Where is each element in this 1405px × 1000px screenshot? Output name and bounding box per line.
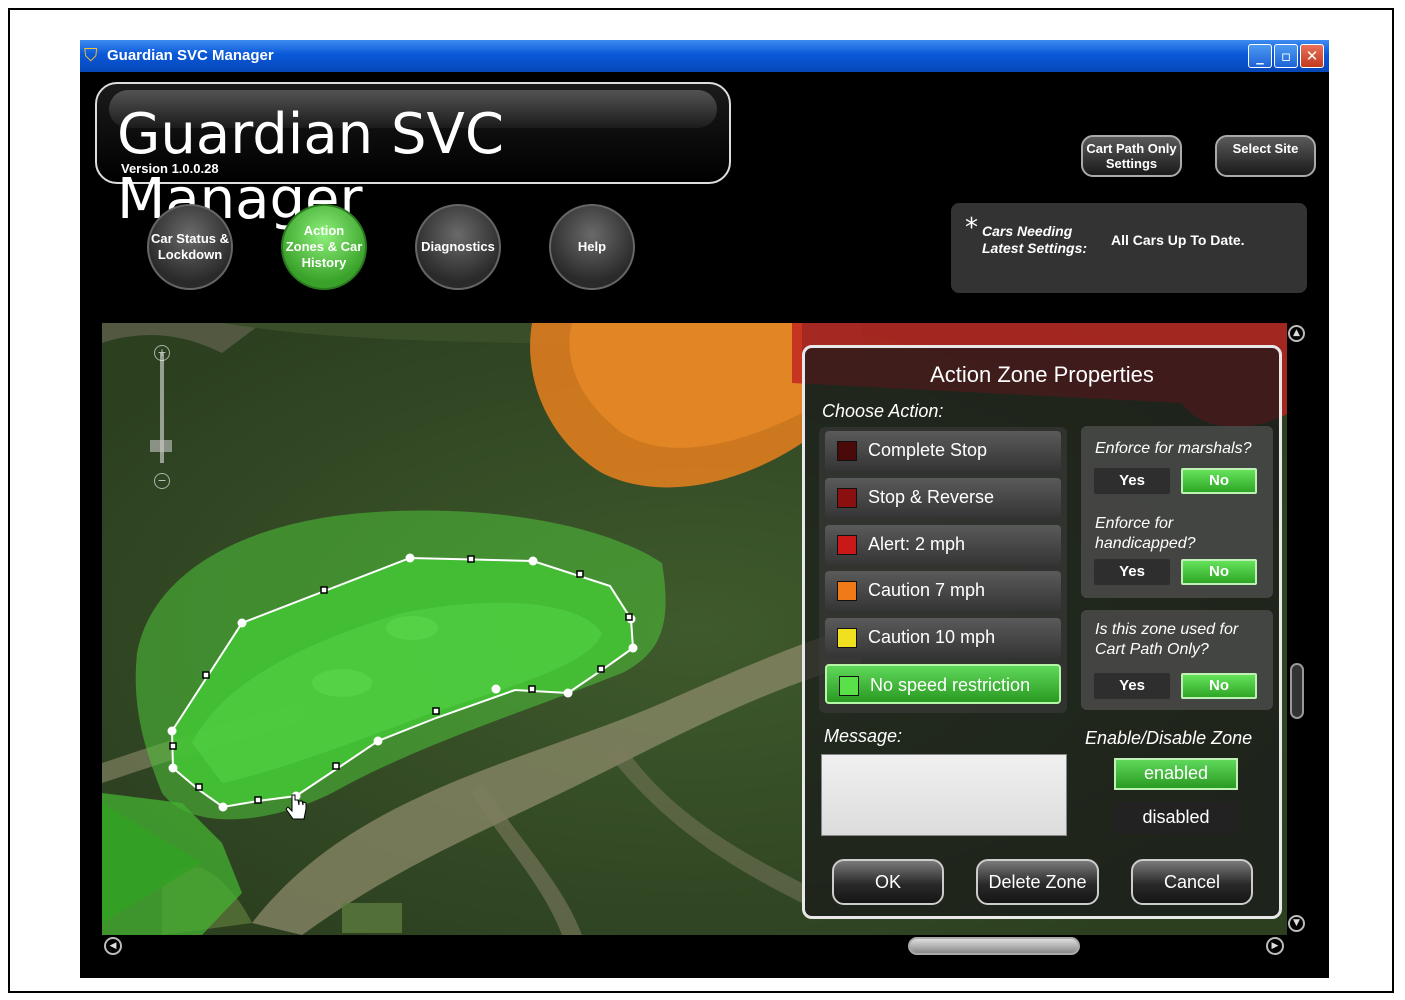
action-complete-stop[interactable]: Complete Stop xyxy=(825,431,1061,471)
cart-path-no-button[interactable]: No xyxy=(1181,673,1257,699)
action-no-speed-restriction[interactable]: No speed restriction xyxy=(825,664,1061,704)
nav-help[interactable]: Help xyxy=(549,204,635,290)
cart-path-settings-button[interactable]: Cart Path Only Settings xyxy=(1081,135,1182,177)
select-site-button[interactable]: Select Site xyxy=(1215,135,1316,177)
marshals-yes-button[interactable]: Yes xyxy=(1094,468,1170,494)
marshals-question: Enforce for marshals? xyxy=(1095,440,1252,457)
settings-status-panel: * Cars Needing Latest Settings: All Cars… xyxy=(951,203,1307,293)
version-label: Version 1.0.0.28 xyxy=(121,161,219,176)
scroll-left-icon[interactable]: ◀ xyxy=(104,937,122,955)
swatch-caution-10mph xyxy=(837,628,857,648)
horizontal-scroll-thumb[interactable] xyxy=(908,937,1080,955)
zone-disabled-button[interactable]: disabled xyxy=(1114,802,1238,834)
delete-zone-button[interactable]: Delete Zone xyxy=(976,859,1099,905)
scroll-up-icon[interactable]: ▲ xyxy=(1288,325,1305,342)
nav-diagnostics[interactable]: Diagnostics xyxy=(415,204,501,290)
swatch-stop-reverse xyxy=(837,488,857,508)
asterisk-icon: * xyxy=(965,213,978,243)
enable-disable-label: Enable/Disable Zone xyxy=(1085,728,1253,748)
action-label: No speed restriction xyxy=(870,675,1031,695)
action-label: Stop & Reverse xyxy=(868,487,995,507)
zoom-in-icon[interactable]: + xyxy=(154,345,170,361)
nav-car-status[interactable]: Car Status & Lockdown xyxy=(147,204,233,290)
action-label: Complete Stop xyxy=(868,440,988,460)
action-list: Complete Stop Stop & Reverse Alert: 2 mp… xyxy=(819,427,1067,713)
cart-path-question: Is this zone used for Cart Path Only? xyxy=(1095,621,1239,658)
cancel-button[interactable]: Cancel xyxy=(1131,859,1253,905)
action-caution-10mph[interactable]: Caution 10 mph xyxy=(825,618,1061,658)
zoom-out-icon[interactable]: − xyxy=(154,473,170,489)
marshals-no-button[interactable]: No xyxy=(1181,468,1257,494)
action-label: Caution 10 mph xyxy=(868,627,996,647)
swatch-no-speed-restriction xyxy=(839,676,859,696)
maximize-button[interactable]: ▫ xyxy=(1274,44,1298,68)
panel-title: Action Zone Properties xyxy=(930,362,1154,387)
title-bar: ⛉ Guardian SVC Manager _ ▫ ✕ xyxy=(80,40,1329,72)
scroll-right-icon[interactable]: ▶ xyxy=(1266,937,1284,955)
handicapped-yes-button[interactable]: Yes xyxy=(1094,559,1170,585)
minimize-button[interactable]: _ xyxy=(1248,44,1272,68)
handicapped-question: Enforce for handicapped? xyxy=(1095,515,1196,552)
enforcement-options: Enforce for marshals? Yes No Enforce for… xyxy=(1081,426,1273,598)
horizontal-scrollbar[interactable]: ◀ ▶ xyxy=(102,935,1289,957)
nav-action-zones[interactable]: Action Zones & Car History xyxy=(281,204,367,290)
action-label: Alert: 2 mph xyxy=(868,534,966,554)
choose-action-label: Choose Action: xyxy=(822,401,944,421)
shield-icon: ⛉ xyxy=(84,45,98,66)
cart-path-yes-button[interactable]: Yes xyxy=(1094,673,1170,699)
status-value: All Cars Up To Date. xyxy=(1111,232,1245,248)
close-button[interactable]: ✕ xyxy=(1300,44,1324,68)
app-logo: Guardian SVC Manager Version 1.0.0.28 xyxy=(95,82,731,232)
map-view[interactable]: + − Action Zone Properties Choose Action… xyxy=(102,323,1289,935)
swatch-caution-7mph xyxy=(837,581,857,601)
vertical-scrollbar[interactable]: ▲ ▼ xyxy=(1287,323,1307,935)
zone-enabled-button[interactable]: enabled xyxy=(1114,758,1238,790)
ok-button[interactable]: OK xyxy=(832,859,944,905)
message-input[interactable] xyxy=(821,754,1067,836)
action-zone-properties-panel: Action Zone Properties Choose Action: Co… xyxy=(802,345,1282,919)
zoom-slider-thumb[interactable] xyxy=(150,440,172,452)
swatch-complete-stop xyxy=(837,441,857,461)
scroll-down-icon[interactable]: ▼ xyxy=(1288,915,1305,932)
action-alert-2mph[interactable]: Alert: 2 mph xyxy=(825,525,1061,565)
action-label: Caution 7 mph xyxy=(868,580,986,600)
window-title: Guardian SVC Manager xyxy=(107,47,274,64)
action-stop-reverse[interactable]: Stop & Reverse xyxy=(825,478,1061,518)
handicapped-no-button[interactable]: No xyxy=(1181,559,1257,585)
status-label: Cars Needing Latest Settings: xyxy=(982,223,1088,256)
message-label: Message: xyxy=(824,726,903,746)
action-caution-7mph[interactable]: Caution 7 mph xyxy=(825,571,1061,611)
cart-path-options: Is this zone used for Cart Path Only? Ye… xyxy=(1081,610,1273,710)
swatch-alert-2mph xyxy=(837,535,857,555)
vertical-scroll-thumb[interactable] xyxy=(1290,663,1304,719)
app-window: ⛉ Guardian SVC Manager _ ▫ ✕ Guardian SV… xyxy=(80,40,1329,978)
